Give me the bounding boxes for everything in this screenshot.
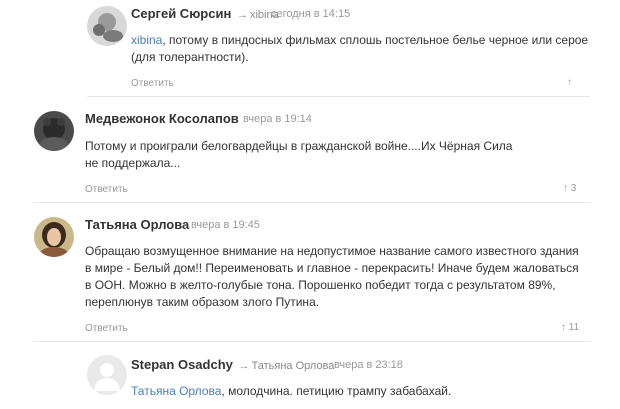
avatar[interactable]: [34, 217, 74, 257]
avatar[interactable]: [34, 111, 74, 151]
reply-button[interactable]: Ответить: [85, 323, 128, 334]
comment-body: , потому в пиндосных фильмах сплошь пост…: [131, 33, 589, 64]
comment-time[interactable]: сегодня в 14:15: [271, 8, 350, 20]
vote-count: 11: [568, 322, 580, 333]
comment-text: xibina, потому в пиндосных фильмах сплош…: [131, 32, 591, 66]
vote-control[interactable]: ↑: [567, 77, 572, 88]
mention-link[interactable]: Татьяна Орлова: [131, 384, 221, 398]
reply-button[interactable]: Ответить: [131, 78, 174, 89]
comment-time[interactable]: вчера в 19:14: [243, 113, 312, 125]
reply-to[interactable]: → Татьяна Орлова: [237, 360, 335, 372]
comment-author[interactable]: Татьяна Орлова: [85, 217, 189, 232]
reply-arrow-icon: →: [236, 9, 248, 21]
reply-to-name[interactable]: Татьяна Орлова: [252, 360, 335, 372]
vote-control[interactable]: ↑ 11: [561, 322, 579, 333]
avatar-photo: [34, 217, 74, 257]
author-name[interactable]: Stepan Osadchy: [131, 357, 233, 372]
comment-text: Татьяна Орлова, молодчина. петицию трамп…: [131, 383, 591, 400]
comment-time[interactable]: вчера в 19:45: [191, 219, 260, 231]
comment-body: Обращаю возмущенное внимание на недопуст…: [85, 244, 579, 309]
upvote-arrow-icon[interactable]: ↑: [567, 77, 572, 88]
comment-body: , молодчина. петицию трампу забабахай.: [221, 384, 452, 398]
divider: [34, 341, 590, 342]
reply-button[interactable]: Ответить: [85, 184, 128, 195]
divider: [34, 202, 590, 203]
default-user-icon: [87, 355, 127, 395]
comment-author[interactable]: Сергей Сюрсин → xibina: [131, 6, 279, 21]
comment-body: Потому и проиграли белогвардейцы в гражд…: [85, 139, 513, 170]
avatar-photo: [87, 6, 127, 46]
avatar[interactable]: [87, 6, 127, 46]
comments-page: { "comments": [ { "author": "Сергей Сюрс…: [0, 0, 620, 409]
vote-count: 3: [570, 183, 577, 194]
author-name[interactable]: Сергей Сюрсин: [131, 6, 231, 21]
comment-author[interactable]: Медвежонок Косолапов: [85, 111, 239, 126]
vote-control[interactable]: ↑ 3: [563, 183, 576, 194]
upvote-arrow-icon[interactable]: ↑: [563, 183, 568, 194]
comment-time[interactable]: вчера в 23:18: [334, 359, 403, 371]
avatar[interactable]: [87, 355, 127, 395]
mention-link[interactable]: xibina: [131, 33, 162, 47]
divider: [87, 96, 590, 97]
upvote-arrow-icon[interactable]: ↑: [561, 322, 566, 333]
reply-arrow-icon: →: [238, 360, 250, 372]
comment-author[interactable]: Stepan Osadchy → Татьяна Орлова: [131, 357, 334, 372]
avatar-photo: [34, 111, 74, 151]
